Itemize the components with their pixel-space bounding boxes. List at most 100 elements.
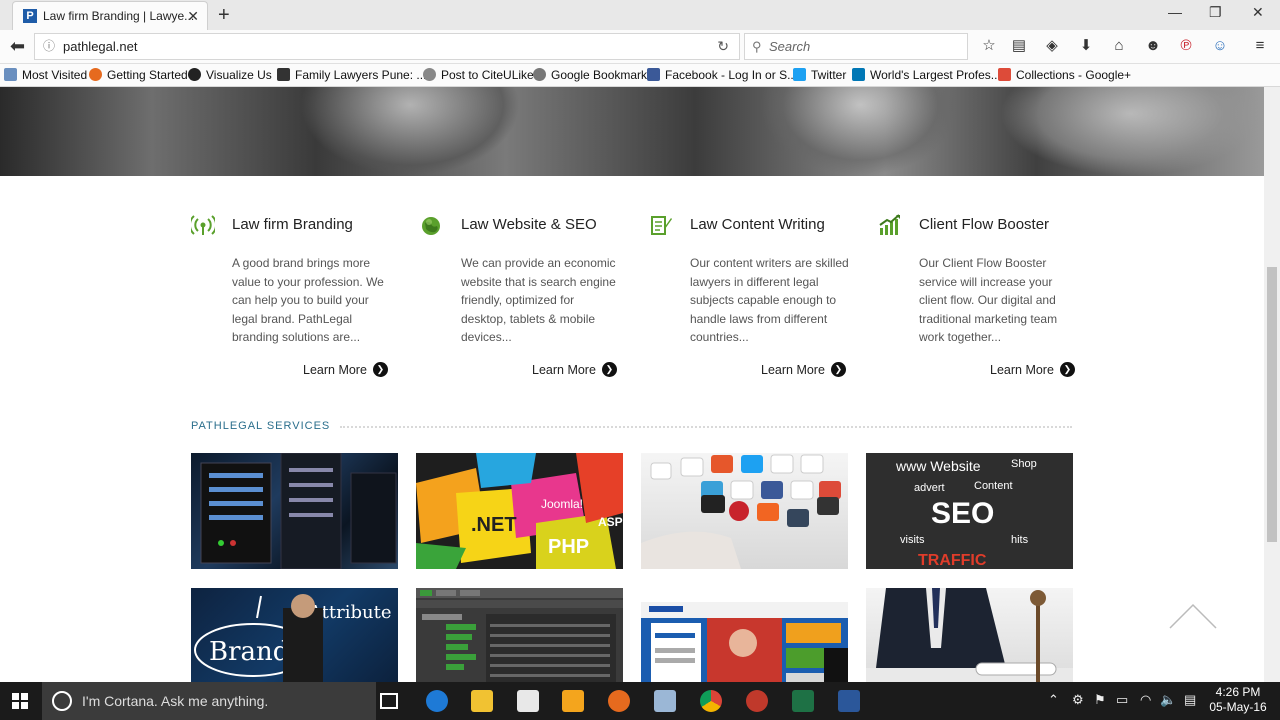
learn-more-link[interactable]: Learn More ❯ (990, 362, 1075, 377)
app-icon[interactable] (746, 690, 768, 712)
url-text: pathlegal.net (63, 39, 138, 54)
chrome-icon[interactable] (700, 690, 722, 712)
maximize-icon[interactable]: ❐ (1209, 4, 1222, 21)
cortana-search-box[interactable]: I'm Cortana. Ask me anything. (42, 682, 376, 720)
service-thumb-legal-professional[interactable] (866, 588, 1073, 682)
word-icon[interactable] (838, 690, 860, 712)
battery-icon[interactable]: ▭ (1116, 692, 1128, 708)
browser-tab[interactable]: P Law firm Branding | Lawye... ✕ (12, 1, 208, 30)
taskbar-clock[interactable]: 4:26 PM 05-May-16 (1206, 685, 1270, 715)
bookmark-google[interactable]: Google Bookmark (533, 68, 647, 82)
svg-text:Joomla!: Joomla! (541, 497, 583, 511)
arrow-right-icon: ❯ (830, 362, 846, 377)
svg-text:advert: advert (914, 482, 945, 494)
chat-icon[interactable]: ☻ (1144, 37, 1162, 55)
menu-icon[interactable]: ≡ (1251, 37, 1269, 55)
store-icon[interactable] (517, 690, 539, 712)
svg-text:ASP: ASP (598, 515, 623, 529)
visualize-icon (188, 68, 201, 81)
service-thumb-social-media[interactable] (641, 453, 848, 569)
tray-chevron-icon[interactable]: ⌃ (1048, 692, 1059, 708)
seo-chalkboard-icon: www Website Shop advert Content SEO visi… (895, 458, 1037, 569)
download-icon[interactable]: ⬇ (1077, 37, 1095, 55)
tray-settings-icon[interactable]: ⚙ (1072, 692, 1084, 708)
firefox-taskbar-icon[interactable] (608, 690, 630, 712)
bookmark-google-plus[interactable]: Collections - Google+ (998, 68, 1131, 82)
home-icon[interactable]: ⌂ (1110, 37, 1128, 55)
site-info-icon[interactable]: ⓘ (43, 34, 55, 59)
url-bar[interactable]: ⓘ pathlegal.net ↻ (34, 33, 740, 60)
tab-title: Law firm Branding | Lawye... (43, 9, 195, 23)
software-screen-icon (416, 588, 623, 682)
bookmark-star-icon[interactable]: ☆ (980, 37, 998, 55)
edge-icon[interactable] (426, 690, 448, 712)
learn-more-link[interactable]: Learn More ❯ (532, 362, 617, 377)
excel-icon[interactable] (792, 690, 814, 712)
wifi-icon[interactable]: ◠ (1140, 692, 1151, 708)
growth-chart-icon (879, 214, 900, 235)
service-thumb-technologies[interactable]: .NET Joomla! PHP ASP (416, 453, 623, 569)
bookmark-most-visited[interactable]: Most Visited (4, 68, 87, 82)
svg-text:PHP: PHP (548, 536, 589, 558)
svg-text:www Website: www Website (895, 458, 981, 474)
task-view-icon[interactable] (380, 693, 398, 709)
remote-desktop-icon[interactable] (654, 690, 676, 712)
page-scrollbar[interactable] (1264, 87, 1280, 682)
services-divider (340, 426, 1072, 428)
service-thumb-brand[interactable]: Brand Attribute (191, 588, 398, 682)
bookmark-visualize-us[interactable]: Visualize Us (188, 68, 272, 82)
bookmark-citeulike[interactable]: Post to CiteULike (423, 68, 534, 82)
learn-more-link[interactable]: Learn More ❯ (303, 362, 388, 377)
bookmark-linkedin[interactable]: World's Largest Profes... (852, 68, 1001, 82)
bookmark-facebook[interactable]: Facebook - Log In or S... (647, 68, 797, 82)
arrow-right-icon: ❯ (1059, 362, 1075, 377)
pocket-icon[interactable]: ◈ (1043, 37, 1061, 55)
scrollbar-thumb[interactable] (1267, 267, 1277, 542)
back-icon[interactable]: ⬅ (10, 36, 25, 57)
globe-icon (533, 68, 546, 81)
bookmark-twitter[interactable]: Twitter (793, 68, 846, 82)
bookmark-family-lawyers[interactable]: Family Lawyers Pune: ... (277, 68, 426, 82)
feature-text: Our Client Flow Booster service will inc… (919, 256, 1058, 344)
search-placeholder: Search (769, 39, 811, 54)
globe-icon (423, 68, 436, 81)
file-explorer-icon[interactable] (471, 690, 493, 712)
media-player-icon[interactable] (562, 690, 584, 712)
close-tab-icon[interactable]: ✕ (187, 8, 199, 25)
lawyer-desk-icon (866, 588, 1073, 682)
windows-start-icon[interactable] (12, 693, 28, 709)
feature-title: Law firm Branding (232, 216, 353, 233)
tab-bar: P Law firm Branding | Lawye... ✕ + — ❐ ✕ (0, 0, 1280, 30)
window-close-icon[interactable]: ✕ (1252, 4, 1264, 21)
feature-title: Law Content Writing (690, 216, 825, 233)
account-icon[interactable]: ☺ (1211, 37, 1229, 55)
service-thumb-software[interactable] (416, 588, 623, 682)
feature-text: A good brand brings more value to your p… (232, 256, 384, 344)
bookmark-getting-started[interactable]: Getting Started (89, 68, 188, 82)
pinterest-icon[interactable]: ℗ (1177, 37, 1195, 55)
learn-more-link[interactable]: Learn More ❯ (761, 362, 846, 377)
clock-date: 05-May-16 (1209, 700, 1267, 714)
tray-flag-icon[interactable]: ⚑ (1094, 692, 1106, 708)
service-thumb-servers[interactable] (191, 453, 398, 569)
service-thumb-seo[interactable]: www Website Shop advert Content SEO visi… (866, 453, 1073, 569)
brand-chalk-icon: Brand Attribute (194, 594, 392, 682)
clock-time: 4:26 PM (1215, 685, 1261, 699)
new-tab-icon[interactable]: + (218, 4, 230, 27)
reading-list-icon[interactable]: ▤ (1010, 37, 1028, 55)
scroll-to-top-icon[interactable] (1168, 602, 1218, 630)
service-thumb-travel-website[interactable] (641, 588, 848, 682)
arrow-right-icon: ❯ (372, 362, 388, 377)
svg-text:Content: Content (974, 480, 1013, 492)
server-rack-icon (200, 453, 397, 569)
hero-image (0, 87, 1264, 176)
pathlegal-favicon-icon: P (23, 9, 37, 23)
feature-title: Client Flow Booster (919, 216, 1050, 233)
notifications-icon[interactable]: ▤ (1184, 692, 1196, 708)
volume-icon[interactable]: 🔈 (1160, 692, 1176, 708)
facebook-icon (647, 68, 660, 81)
document-pen-icon (651, 216, 672, 235)
reload-icon[interactable]: ↻ (717, 34, 729, 59)
search-input[interactable]: ⚲ Search (744, 33, 968, 60)
minimize-icon[interactable]: — (1168, 4, 1182, 20)
